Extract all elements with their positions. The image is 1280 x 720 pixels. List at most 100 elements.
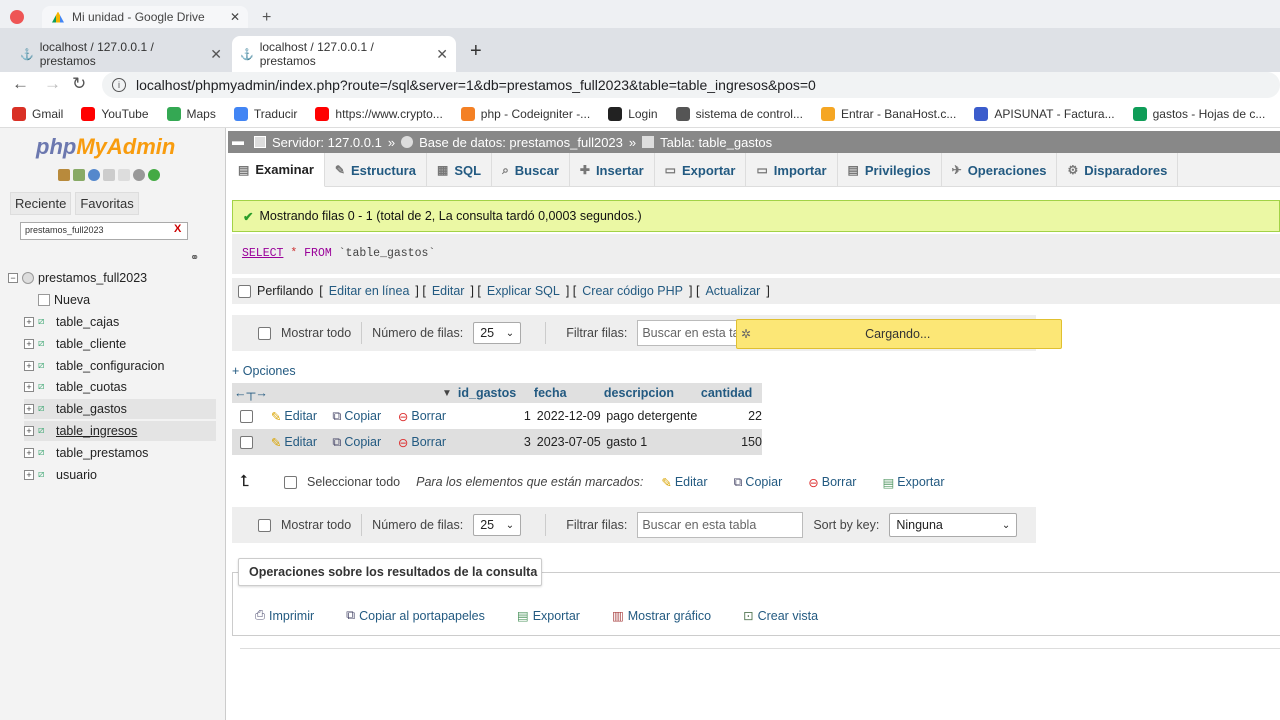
profiling-checkbox[interactable] [238, 284, 251, 298]
bookmark-item[interactable]: Gmail [12, 106, 63, 121]
copy-clipboard-button[interactable]: ⧉ Copiar al portapapeles [346, 608, 485, 623]
row-delete-button[interactable]: ⊖ Borrar [398, 435, 471, 450]
menu-tab-privilegios[interactable]: ▤ Privilegios [838, 153, 942, 187]
cell-id-gastos[interactable]: 3 [471, 435, 537, 449]
menu-tab-buscar[interactable]: ⌕ Buscar [492, 153, 570, 187]
menu-tab-insertar[interactable]: ✚ Insertar [570, 153, 655, 187]
row-copy-button[interactable]: ⧉ Copiar [332, 409, 397, 424]
menu-tab-operaciones[interactable]: ✈ Operaciones [942, 153, 1058, 187]
cell-descripcion[interactable]: gasto 1 [606, 435, 702, 449]
new-tab-icon[interactable]: + [262, 9, 271, 27]
filter-rows-input[interactable]: Buscar en esta tabla [637, 512, 804, 538]
info-icon[interactable]: i [112, 78, 126, 92]
help-icon[interactable] [88, 169, 100, 181]
options-link[interactable]: + Opciones [232, 364, 296, 378]
phpmyadmin-logo[interactable]: phpMyAdmin [36, 134, 175, 160]
menu-tab-estructura[interactable]: ✎ Estructura [325, 153, 427, 187]
column-header-descripcion[interactable]: descripcion [604, 386, 701, 400]
bookmark-item[interactable]: Entrar - BanaHost.c... [820, 106, 956, 121]
back-icon[interactable]: ← [12, 74, 29, 94]
reload-icon[interactable] [148, 169, 160, 181]
create-php-link[interactable]: Crear código PHP [582, 284, 683, 298]
expand-icon[interactable]: + [24, 317, 34, 327]
browser-tab-2-active[interactable]: ⚓ localhost / 127.0.0.1 / prestamos ✕ [232, 36, 456, 72]
rows-select[interactable]: 25 ⌄ [473, 514, 522, 536]
create-view-button[interactable]: ⊡ Crear vista [743, 608, 818, 624]
docs-sql-icon[interactable] [118, 169, 130, 181]
tree-new-table[interactable]: Nueva [38, 290, 216, 310]
address-bar[interactable]: i localhost/phpmyadmin/index.php?route=/… [102, 72, 1280, 98]
favorites-tab[interactable]: Favoritas [75, 192, 139, 215]
cell-cantidad[interactable]: 22 [702, 409, 762, 423]
cell-fecha[interactable]: 2023-07-05 [537, 435, 606, 449]
docs-icon[interactable] [103, 169, 115, 181]
bulk-export-button[interactable]: ▤ Exportar [882, 475, 944, 490]
breadcrumb-database[interactable]: Base de datos: prestamos_full2023 [419, 135, 623, 150]
home-icon[interactable] [58, 169, 70, 181]
cell-id-gastos[interactable]: 1 [471, 409, 537, 423]
collapse-panel-icon[interactable]: ▬ [232, 134, 244, 148]
row-checkbox[interactable] [240, 435, 253, 449]
database-filter-input[interactable]: prestamos_full2023 [20, 222, 188, 240]
bookmark-item[interactable]: Traducir [233, 106, 297, 121]
close-icon[interactable]: ✕ [230, 10, 240, 24]
sort-arrow-icon[interactable]: ▼ [442, 388, 452, 399]
reload-icon[interactable]: ↻ [72, 74, 86, 94]
expand-icon[interactable]: + [24, 447, 34, 458]
forward-icon[interactable]: → [44, 74, 61, 94]
rows-select[interactable]: 25 ⌄ [473, 322, 522, 344]
menu-tab-exportar[interactable]: ▭ Exportar [655, 153, 747, 187]
close-icon[interactable]: ✕ [436, 46, 448, 63]
bookmark-item[interactable]: YouTube [81, 106, 149, 121]
menu-tab-disparadores[interactable]: ⚙ Disparadores [1057, 153, 1179, 187]
sidebar-item-table_gastos[interactable]: + ⧄ table_gastos [24, 399, 216, 420]
inline-edit-link[interactable]: Editar en línea [329, 284, 410, 298]
close-icon[interactable]: ✕ [210, 46, 222, 63]
column-header-cantidad[interactable]: cantidad [701, 386, 761, 400]
expand-icon[interactable]: + [24, 382, 34, 393]
export-button[interactable]: ▤ Exportar [517, 608, 580, 624]
row-edit-button[interactable]: ✎ Editar [271, 435, 333, 450]
expand-icon[interactable]: + [24, 469, 34, 480]
expand-icon[interactable]: + [24, 360, 34, 371]
bulk-edit-button[interactable]: ✎ Editar [661, 475, 707, 490]
new-tab-icon[interactable]: + [470, 40, 482, 63]
recent-tab[interactable]: Reciente [10, 192, 72, 215]
sort-by-key-select[interactable]: Ninguna ⌄ [889, 513, 1018, 537]
expand-icon[interactable]: + [24, 426, 34, 436]
menu-tab-sql[interactable]: ▦ SQL [427, 153, 493, 187]
show-all-checkbox[interactable] [258, 326, 271, 340]
bookmark-item[interactable]: php - Codeigniter -... [460, 106, 590, 121]
bookmark-item[interactable]: sistema de control... [675, 106, 803, 121]
refresh-link[interactable]: Actualizar [705, 284, 760, 298]
breadcrumb-server[interactable]: Servidor: 127.0.0.1 [272, 135, 382, 150]
cell-descripcion[interactable]: pago detergente [606, 409, 702, 423]
cell-fecha[interactable]: 2022-12-09 [537, 409, 606, 423]
column-header-fecha[interactable]: fecha [534, 386, 604, 400]
expand-icon[interactable]: + [24, 338, 34, 349]
sidebar-item-table_prestamos[interactable]: + ⧄ table_prestamos [24, 443, 216, 463]
sidebar-item-usuario[interactable]: + ⧄ usuario [24, 465, 216, 485]
expand-icon[interactable]: + [24, 404, 34, 415]
menu-tab-examinar[interactable]: ▤ Examinar [228, 153, 325, 187]
bookmark-item[interactable]: APISUNAT - Factura... [974, 106, 1115, 121]
bookmark-item[interactable]: Maps [166, 106, 216, 121]
sidebar-item-table_cajas[interactable]: + ⧄ table_cajas [24, 312, 216, 332]
collapse-icon[interactable]: − [8, 273, 18, 283]
column-resize-arrows-icon[interactable]: ←┬→ [232, 386, 442, 400]
browser-tab-1[interactable]: ⚓ localhost / 127.0.0.1 / prestamos ✕ [12, 36, 230, 72]
sidebar-item-table_cuotas[interactable]: + ⧄ table_cuotas [24, 377, 216, 397]
settings-icon[interactable] [133, 169, 145, 181]
cell-cantidad[interactable]: 150 [702, 435, 762, 449]
show-all-checkbox[interactable] [258, 518, 271, 532]
row-edit-button[interactable]: ✎ Editar [271, 409, 333, 424]
sidebar-item-table_ingresos[interactable]: + ⧄ table_ingresos [24, 421, 216, 441]
row-copy-button[interactable]: ⧉ Copiar [332, 435, 397, 450]
print-button[interactable]: ⎙ Imprimir [255, 608, 314, 623]
link-icon[interactable]: ⚭ [190, 251, 199, 264]
select-all-checkbox[interactable] [284, 475, 297, 489]
sidebar-item-table_cliente[interactable]: + ⧄ table_cliente [24, 334, 216, 354]
edit-link[interactable]: Editar [432, 284, 465, 298]
sidebar-item-table_configuracion[interactable]: + ⧄ table_configuracion [24, 356, 216, 376]
row-delete-button[interactable]: ⊖ Borrar [398, 409, 471, 424]
